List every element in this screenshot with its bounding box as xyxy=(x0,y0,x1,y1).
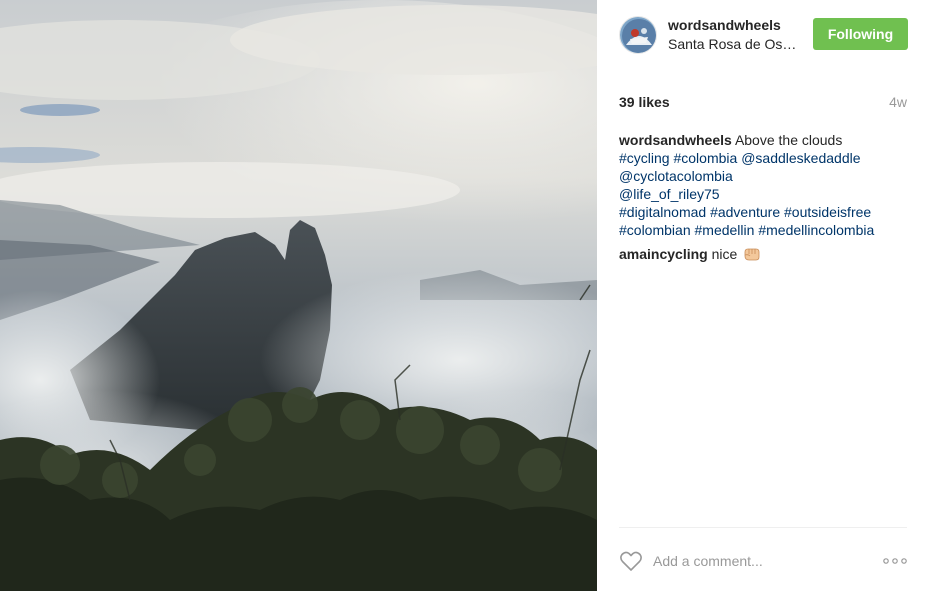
more-options-icon[interactable] xyxy=(883,558,907,564)
hashtag-link[interactable]: #digitalnomad xyxy=(619,204,706,220)
mention-link[interactable]: @saddleskedaddle xyxy=(741,150,860,166)
likes-count[interactable]: 39 likes xyxy=(619,94,670,110)
post-timestamp[interactable]: 4w xyxy=(889,94,907,110)
footer-divider xyxy=(619,527,907,528)
hashtag-link[interactable]: #cycling xyxy=(619,150,670,166)
post-header: wordsandwheels Santa Rosa de Os… Followi… xyxy=(619,14,908,56)
hashtag-link[interactable]: #adventure xyxy=(710,204,780,220)
caption: wordsandwheels Above the clouds #cycling… xyxy=(619,131,909,239)
avatar-image xyxy=(620,17,656,53)
fist-bump-icon xyxy=(744,248,760,261)
caption-username[interactable]: wordsandwheels xyxy=(619,132,732,148)
post-photo[interactable] xyxy=(0,0,597,591)
avatar[interactable] xyxy=(619,16,657,54)
mention-link[interactable]: @cyclotacolombia xyxy=(619,168,733,184)
following-button[interactable]: Following xyxy=(813,18,908,50)
hashtag-link[interactable]: #medellincolombia xyxy=(758,222,874,238)
comment-text: nice xyxy=(711,246,738,262)
post-stats: 39 likes 4w xyxy=(619,94,907,112)
comment-username[interactable]: amaincycling xyxy=(619,246,708,262)
hashtag-link[interactable]: #colombian xyxy=(619,222,691,238)
add-comment-input[interactable] xyxy=(653,551,863,571)
heart-icon[interactable] xyxy=(619,550,643,572)
post-details-panel: wordsandwheels Santa Rosa de Os… Followi… xyxy=(597,0,925,591)
comments-list: wordsandwheels Above the clouds #cycling… xyxy=(619,131,909,269)
hashtag-link[interactable]: #medellin xyxy=(695,222,755,238)
mention-link[interactable]: @life_of_riley75 xyxy=(619,186,720,202)
hashtag-link[interactable]: #outsideisfree xyxy=(784,204,871,220)
comment-footer xyxy=(619,548,907,576)
caption-text: Above the clouds xyxy=(734,132,843,148)
comment-item: amaincycling nice xyxy=(619,245,909,263)
mountain-photo-image xyxy=(0,0,597,591)
username[interactable]: wordsandwheels xyxy=(668,17,781,33)
hashtag-link[interactable]: #colombia xyxy=(673,150,737,166)
location-label[interactable]: Santa Rosa de Os… xyxy=(668,36,808,52)
